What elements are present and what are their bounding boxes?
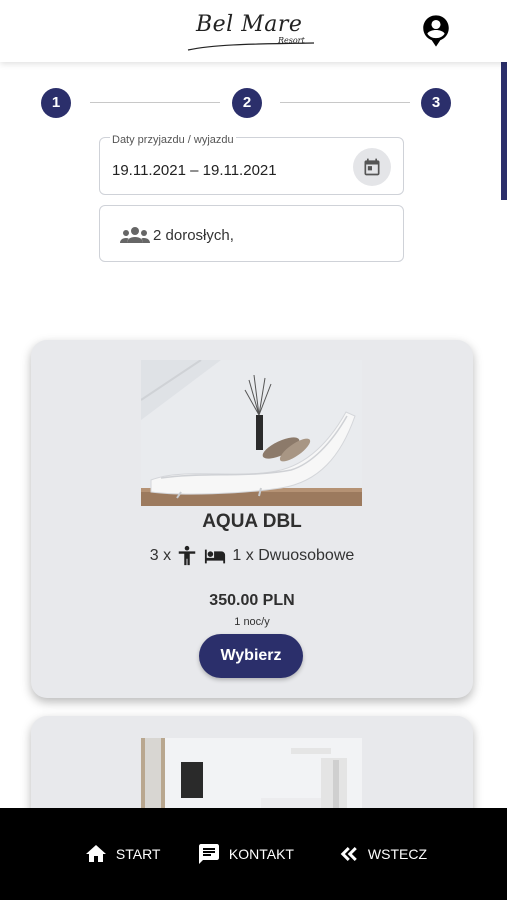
guests-field[interactable]: 2 dorosłych,: [99, 205, 404, 262]
room-photo-image: [141, 360, 362, 506]
double-chevron-left-icon: [340, 847, 357, 861]
booking-stepper: 1 2 3: [40, 88, 454, 118]
logo[interactable]: Bel Mare Resort: [186, 10, 316, 54]
account-circle-icon[interactable]: [419, 14, 453, 48]
header: Bel Mare Resort: [0, 0, 507, 62]
bed-icon: [204, 549, 226, 564]
bottom-navigation: START KONTAKT WSTECZ: [0, 808, 507, 900]
step-1[interactable]: 1: [41, 88, 71, 118]
room-name: AQUA DBL: [202, 511, 302, 532]
step-3[interactable]: 3: [421, 88, 451, 118]
nav-start[interactable]: START: [84, 842, 161, 866]
step-2[interactable]: 2: [232, 88, 262, 118]
dates-label: Daty przyjazdu / wyjazdu: [110, 134, 236, 146]
home-icon: [86, 845, 106, 862]
room-photo[interactable]: [141, 360, 362, 506]
room-beds: 1 x Dwuosobowe: [232, 547, 355, 564]
choose-room-button[interactable]: Wybierz: [199, 634, 303, 678]
stepper-connector: [90, 102, 220, 103]
stepper-connector: [280, 102, 410, 103]
room-price: 350.00 PLN: [209, 592, 295, 609]
message-icon: [199, 844, 219, 864]
room-capacity-info: 3 x 1 x Dwuosobowe: [31, 544, 473, 570]
calendar-icon: [364, 158, 380, 176]
person-icon: [178, 545, 195, 566]
nav-start-label: START: [115, 846, 161, 862]
calendar-button[interactable]: [353, 148, 391, 186]
room-price-per-night: 1 noc/y: [234, 616, 270, 628]
nav-back[interactable]: WSTECZ: [336, 842, 427, 866]
nav-contact-label: KONTAKT: [228, 846, 294, 862]
people-icon: [120, 227, 150, 243]
nav-contact[interactable]: KONTAKT: [197, 842, 294, 866]
scroll-indicator[interactable]: [501, 62, 507, 200]
room-capacity: 3 x: [149, 547, 172, 564]
guests-value: 2 dorosłych,: [153, 227, 234, 244]
logo-swash: [187, 42, 315, 51]
nav-back-label: WSTECZ: [367, 846, 427, 862]
logo-text: Bel Mare: [196, 12, 303, 37]
dates-value[interactable]: 19.11.2021 – 19.11.2021: [112, 162, 277, 179]
room-card[interactable]: AQUA DBL 3 x 1 x Dwuosobowe 350.00 PLN 1…: [31, 340, 473, 698]
dates-field[interactable]: Daty przyjazdu / wyjazdu 19.11.2021 – 19…: [99, 134, 404, 195]
